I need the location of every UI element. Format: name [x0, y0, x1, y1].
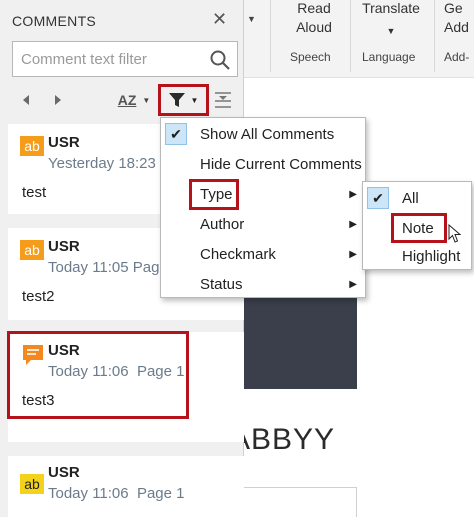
menu-item-hide-current-comments[interactable]: Hide Current Comments: [161, 149, 365, 179]
chevron-down-icon: ▼: [142, 95, 151, 105]
comment-meta: Yesterday 18:23 P: [48, 155, 170, 172]
checkmark-icon: ✔: [367, 187, 389, 209]
submenu-item-highlight[interactable]: Highlight: [363, 241, 471, 271]
checkmark-icon: ✔: [165, 123, 187, 145]
search-icon[interactable]: [208, 48, 232, 72]
comment-card[interactable]: ab USR Today 11:06 Page 1: [8, 456, 244, 517]
chevron-down-icon: ▼: [386, 26, 396, 36]
text-annotation-icon: ab: [20, 136, 44, 156]
comment-text: test: [22, 184, 47, 201]
chevron-down-icon[interactable]: ▼: [247, 14, 256, 24]
translate-label: Translate: [362, 0, 420, 16]
mouse-cursor-icon: [448, 224, 462, 243]
chevron-right-icon: ▶: [349, 218, 357, 230]
svg-text:ab: ab: [24, 476, 40, 492]
addins-label-1: Ge: [444, 0, 463, 16]
speech-group-label: Speech: [290, 50, 331, 64]
close-icon[interactable]: ✕: [212, 9, 227, 30]
svg-text:ab: ab: [24, 138, 40, 154]
collapse-comments-button[interactable]: [210, 82, 236, 118]
triangle-right-icon: [55, 95, 61, 105]
read-aloud-button[interactable]: Read Aloud: [288, 0, 340, 36]
note-comment-highlight: [7, 331, 189, 419]
highlight-icon: ab: [20, 474, 44, 494]
chevron-right-icon: ▶: [349, 278, 357, 290]
triangle-left-icon: [23, 95, 29, 105]
menu-item-author[interactable]: Author ▶: [161, 209, 365, 239]
note-item-highlight: [391, 213, 447, 243]
comment-author: USR: [48, 464, 80, 481]
addins-button[interactable]: Ge Add: [444, 0, 474, 36]
comment-text: test2: [22, 288, 55, 305]
addins-label-2: Add: [444, 19, 469, 35]
ribbon-separator: [270, 0, 271, 72]
comment-meta: Today 11:06 Page 1: [48, 485, 185, 502]
menu-item-label: Author: [200, 215, 245, 233]
sort-button[interactable]: AZ ▼: [112, 82, 156, 118]
submenu-item-all[interactable]: ✔ All: [363, 183, 471, 213]
submenu-item-label: All: [402, 189, 419, 207]
comment-author: USR: [48, 134, 80, 151]
translate-button[interactable]: Translate ▼: [358, 0, 424, 40]
menu-item-label: Show All Comments: [200, 125, 335, 143]
menu-item-show-all-comments[interactable]: ✔ Show All Comments: [161, 119, 365, 149]
sort-az-icon: AZ: [117, 92, 137, 108]
submenu-item-label: Highlight: [402, 247, 461, 265]
comment-filter-field[interactable]: [12, 41, 238, 77]
collapse-icon: [215, 92, 231, 108]
type-item-highlight: [189, 179, 239, 210]
document-box: [244, 487, 357, 517]
read-aloud-label-1: Read: [297, 0, 331, 16]
document-text: ABBYY: [230, 423, 336, 456]
ribbon-separator: [350, 0, 351, 72]
panel-title: COMMENTS: [12, 13, 97, 29]
next-comment-button[interactable]: [48, 82, 68, 118]
comment-author: USR: [48, 238, 80, 255]
menu-item-label: Status: [200, 275, 243, 293]
ribbon: ▼ Read Aloud Speech Translate ▼ Language…: [244, 0, 474, 78]
svg-text:ab: ab: [24, 242, 40, 258]
filter-menu: ✔ Show All Comments Hide Current Comment…: [160, 117, 366, 298]
menu-item-status[interactable]: Status ▶: [161, 269, 365, 299]
menu-item-label: Hide Current Comments: [200, 155, 362, 173]
previous-comment-button[interactable]: [16, 82, 36, 118]
chevron-right-icon: ▶: [349, 188, 357, 200]
comment-meta: Today 11:05 Page: [48, 259, 168, 276]
chevron-right-icon: ▶: [349, 248, 357, 260]
comment-filter-input[interactable]: [13, 42, 203, 76]
ribbon-separator: [434, 0, 435, 72]
language-group-label: Language: [362, 50, 416, 64]
menu-item-checkmark[interactable]: Checkmark ▶: [161, 239, 365, 269]
text-annotation-icon: ab: [20, 240, 44, 260]
filter-button-highlight: [158, 84, 209, 116]
addins-group-label: Add-: [444, 50, 470, 64]
read-aloud-label-2: Aloud: [296, 19, 332, 35]
menu-item-label: Checkmark: [200, 245, 276, 263]
